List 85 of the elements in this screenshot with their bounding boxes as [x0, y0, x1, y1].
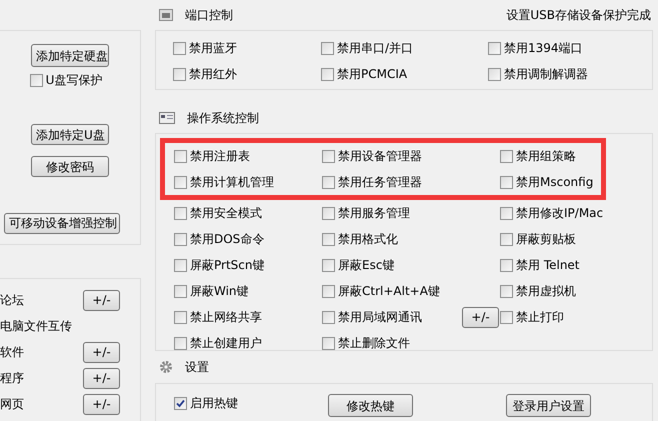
- list-label: 电脑文件互传: [0, 318, 72, 335]
- checkbox[interactable]: [174, 206, 187, 220]
- button[interactable]: +/-: [83, 394, 120, 414]
- checkbox-label: 禁用Msconfig: [516, 174, 594, 191]
- status-text: 设置USB存储设备保护完成: [506, 7, 652, 24]
- gear-icon: [159, 360, 173, 374]
- checkbox[interactable]: [174, 284, 187, 298]
- checkbox[interactable]: [488, 68, 501, 80]
- checkbox-label: 禁用串口/并口: [337, 40, 414, 57]
- checkbox-label: 屏蔽剪贴板: [516, 231, 576, 248]
- checkbox-label: 禁用任务管理器: [338, 174, 422, 191]
- checkbox-label: 禁用虚拟机: [516, 283, 576, 300]
- list-label: 论坛: [0, 292, 24, 309]
- checkbox-label: 禁用红外: [189, 66, 237, 83]
- checkbox[interactable]: [174, 150, 187, 162]
- button[interactable]: 添加特定U盘: [31, 124, 109, 145]
- checkbox-label: 禁用1394端口: [504, 40, 583, 57]
- button[interactable]: 添加特定硬盘: [31, 44, 109, 67]
- button[interactable]: +/-: [83, 342, 120, 362]
- checkbox[interactable]: [174, 310, 187, 324]
- button[interactable]: 修改热键: [328, 394, 413, 417]
- button[interactable]: +/-: [83, 290, 120, 310]
- checkbox[interactable]: [500, 310, 513, 324]
- checkbox-label: 禁用注册表: [190, 148, 250, 165]
- checkbox-label: 禁用修改IP/Mac: [516, 205, 604, 222]
- checkbox-label: 禁用组策略: [516, 148, 576, 165]
- checkbox[interactable]: [500, 232, 513, 246]
- checkbox-label: 禁用格式化: [338, 231, 398, 248]
- button[interactable]: 登录用户设置: [506, 394, 591, 417]
- checkbox-label: 禁用设备管理器: [338, 148, 422, 165]
- checkbox[interactable]: [322, 336, 335, 350]
- checkbox[interactable]: [500, 150, 513, 162]
- checkbox-label: 屏蔽Esc键: [338, 257, 394, 274]
- checkbox[interactable]: [173, 68, 186, 80]
- checkbox[interactable]: [500, 258, 513, 272]
- checkbox-label: 禁止打印: [516, 309, 564, 326]
- checkbox-label: 启用热键: [190, 395, 238, 412]
- checkbox-label: 禁用计算机管理: [190, 174, 274, 191]
- button[interactable]: +/-: [83, 368, 120, 388]
- checkbox-label: 禁止删除文件: [338, 335, 410, 352]
- checkbox[interactable]: [30, 74, 43, 86]
- checkbox[interactable]: [322, 232, 335, 246]
- checkbox-label: 屏蔽Ctrl+Alt+A键: [338, 283, 440, 300]
- check-icon: [176, 398, 185, 408]
- checkbox[interactable]: [488, 42, 501, 54]
- checkbox[interactable]: [322, 284, 335, 298]
- checkbox-label: 禁用安全模式: [190, 205, 262, 222]
- checkbox-label: 禁止创建用户: [190, 335, 262, 352]
- checkbox-label: 禁用PCMCIA: [337, 66, 408, 83]
- checkbox-label: 禁用服务管理: [338, 205, 410, 222]
- checkbox[interactable]: [500, 176, 513, 188]
- button[interactable]: 可移动设备增强控制: [4, 212, 120, 234]
- checkbox-label: 禁用DOS命令: [190, 231, 264, 248]
- section-title: 设置: [185, 359, 209, 376]
- checkbox[interactable]: [173, 42, 186, 54]
- checkbox-label: 屏蔽Win键: [190, 283, 249, 300]
- checkbox-label: U盘写保护: [46, 72, 102, 89]
- checkbox[interactable]: [174, 396, 187, 410]
- checkbox[interactable]: [321, 68, 334, 80]
- list-label: 软件: [0, 344, 24, 361]
- list-label: 程序: [0, 370, 24, 387]
- list-label: 网页: [0, 396, 24, 413]
- checkbox[interactable]: [322, 176, 335, 188]
- checkbox-label: 禁用调制解调器: [504, 66, 588, 83]
- button[interactable]: 修改密码: [31, 156, 109, 177]
- section-title: 端口控制: [185, 7, 233, 24]
- checkbox[interactable]: [322, 150, 335, 162]
- checkbox-label: 屏蔽PrtScn键: [190, 257, 264, 274]
- section-title: 操作系统控制: [187, 110, 259, 127]
- checkbox[interactable]: [174, 176, 187, 188]
- checkbox[interactable]: [322, 310, 335, 324]
- checkbox[interactable]: [174, 258, 187, 272]
- checkbox[interactable]: [174, 232, 187, 246]
- checkbox[interactable]: [500, 284, 513, 298]
- checkbox[interactable]: [321, 42, 334, 54]
- checkbox-label: 禁用蓝牙: [189, 40, 237, 57]
- checkbox-label: 禁用局域网通讯: [338, 309, 422, 326]
- checkbox-label: 禁用 Telnet: [516, 257, 580, 274]
- window-icon: [159, 112, 175, 124]
- checkbox[interactable]: [322, 258, 335, 272]
- checkbox[interactable]: [500, 206, 513, 220]
- checkbox[interactable]: [174, 336, 187, 350]
- checkbox[interactable]: [322, 206, 335, 220]
- button[interactable]: +/-: [462, 306, 499, 328]
- checkbox-label: 禁止网络共享: [190, 309, 262, 326]
